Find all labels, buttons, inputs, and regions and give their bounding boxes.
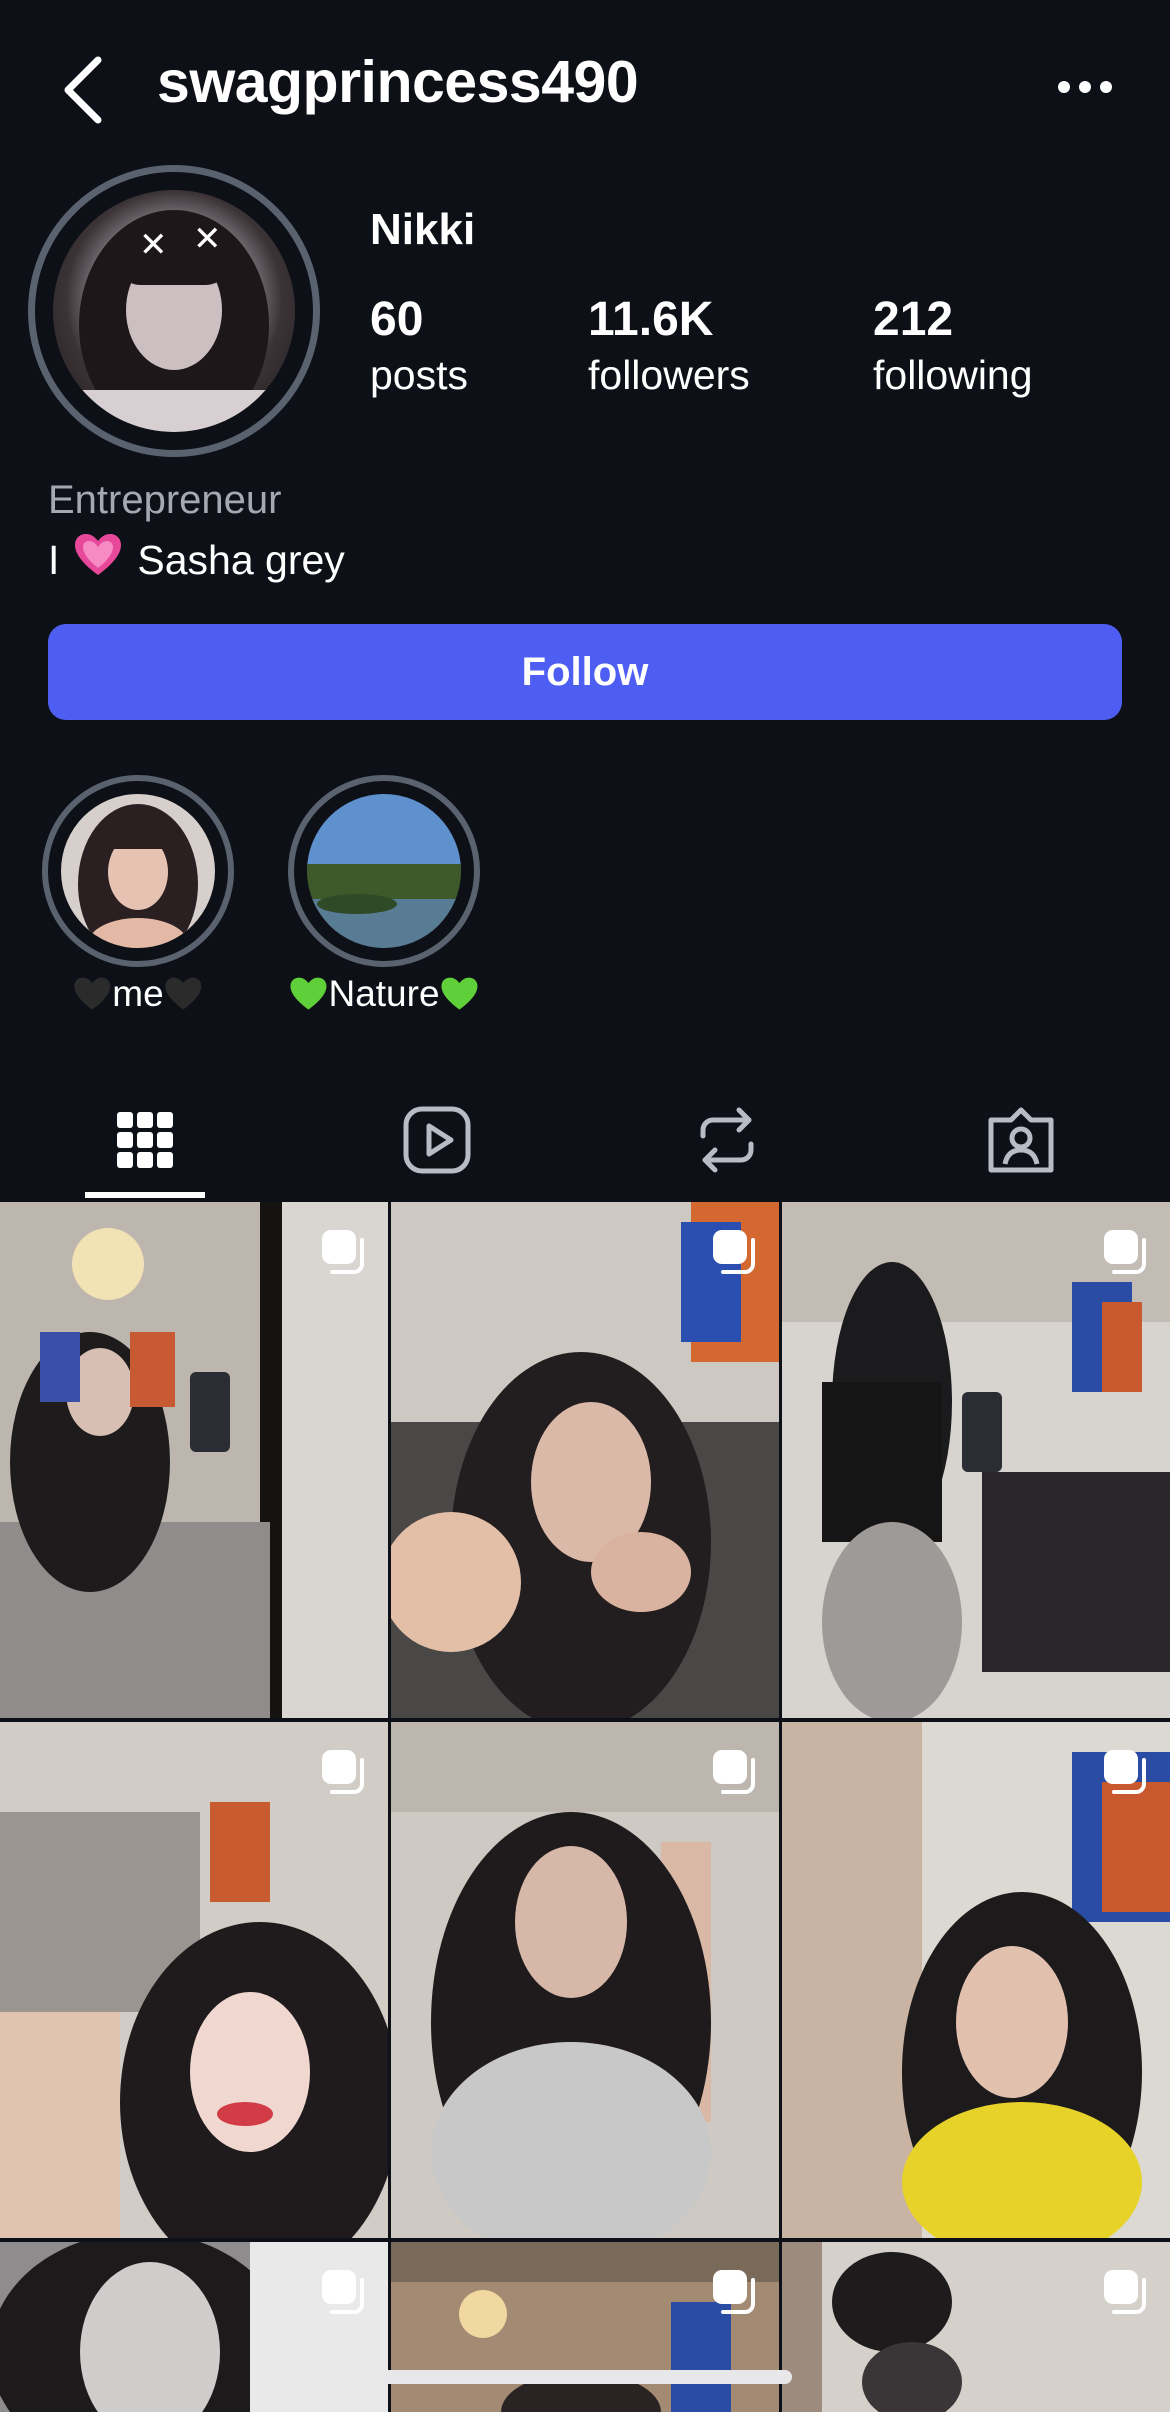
more-options-button[interactable] [1050,62,1120,112]
back-button[interactable] [56,50,116,130]
profile-avatar: ✕ ✕ [53,190,295,432]
stat-following-label: following [873,352,1033,398]
multi-post-icon [1104,1230,1146,1274]
stat-posts-label: posts [370,352,468,398]
post-tile[interactable] [0,2242,388,2412]
profile-category: Entrepreneur [48,478,282,522]
post-tile[interactable] [391,2242,779,2412]
profile-display-name: Nikki [370,205,476,254]
post-tile[interactable] [782,2242,1170,2412]
bio-text-end: Sasha grey [137,536,345,583]
profile-tabs [0,1080,1170,1200]
repost-icon [700,1107,754,1173]
stat-followers[interactable]: 11.6K followers [588,290,750,400]
follow-button[interactable]: Follow [48,624,1122,720]
post-tile[interactable] [782,1202,1170,1718]
tab-reels[interactable] [372,1080,502,1200]
chevron-left-icon [64,56,102,124]
stat-followers-value: 11.6K [588,293,714,346]
grid-icon [117,1112,173,1168]
multi-post-icon [713,2270,755,2314]
post-tile[interactable] [0,1202,388,1718]
tab-reposts[interactable] [662,1080,792,1200]
story-highlight-me[interactable]: me [42,775,234,1014]
stat-posts-value: 60 [370,293,424,346]
profile-username: swagprincess490 [157,49,639,115]
multi-post-icon [322,1750,364,1794]
multi-post-icon [322,1230,364,1274]
ellipsis-icon [1058,81,1112,93]
svg-text:✕: ✕ [139,225,168,265]
stat-following[interactable]: 212 following [873,290,1033,400]
highlight-label-text: me [112,973,164,1014]
highlight-ring [42,775,234,967]
svg-text:✕: ✕ [193,219,222,259]
multi-post-icon [713,1750,755,1794]
green-heart-icon [441,977,478,1010]
multi-post-icon [322,2270,364,2314]
multi-post-icon [713,1230,755,1274]
tagged-person-icon [988,1107,1054,1173]
active-tab-indicator [85,1192,205,1198]
highlight-thumbnail [307,794,461,948]
highlight-label: me [72,973,203,1015]
stat-following-value: 212 [873,293,954,346]
profile-avatar-ring[interactable]: ✕ ✕ [28,165,320,457]
stat-followers-label: followers [588,352,750,398]
black-heart-icon [74,977,111,1010]
post-tile[interactable] [782,1722,1170,2238]
top-bar: swagprincess490 [0,0,1170,175]
pink-heart-icon [73,532,123,588]
highlight-ring [288,775,480,967]
bio-text-start: I [48,536,60,583]
green-heart-icon [290,977,327,1010]
tab-tagged[interactable] [956,1080,1086,1200]
multi-post-icon [1104,2270,1146,2314]
black-heart-icon [165,977,202,1010]
story-highlight-nature[interactable]: Nature [288,775,480,1014]
profile-bio: I Sasha grey [48,532,345,588]
highlight-label: Nature [288,973,479,1015]
post-tile[interactable] [391,1722,779,2238]
post-tile[interactable] [391,1202,779,1718]
home-indicator[interactable] [378,2370,792,2384]
highlight-thumbnail [61,794,215,948]
tab-posts-grid[interactable] [80,1080,210,1200]
post-tile[interactable] [0,1722,388,2238]
multi-post-icon [1104,1750,1146,1794]
play-icon [403,1106,471,1174]
highlight-label-text: Nature [328,973,440,1014]
stat-posts[interactable]: 60 posts [370,290,468,400]
